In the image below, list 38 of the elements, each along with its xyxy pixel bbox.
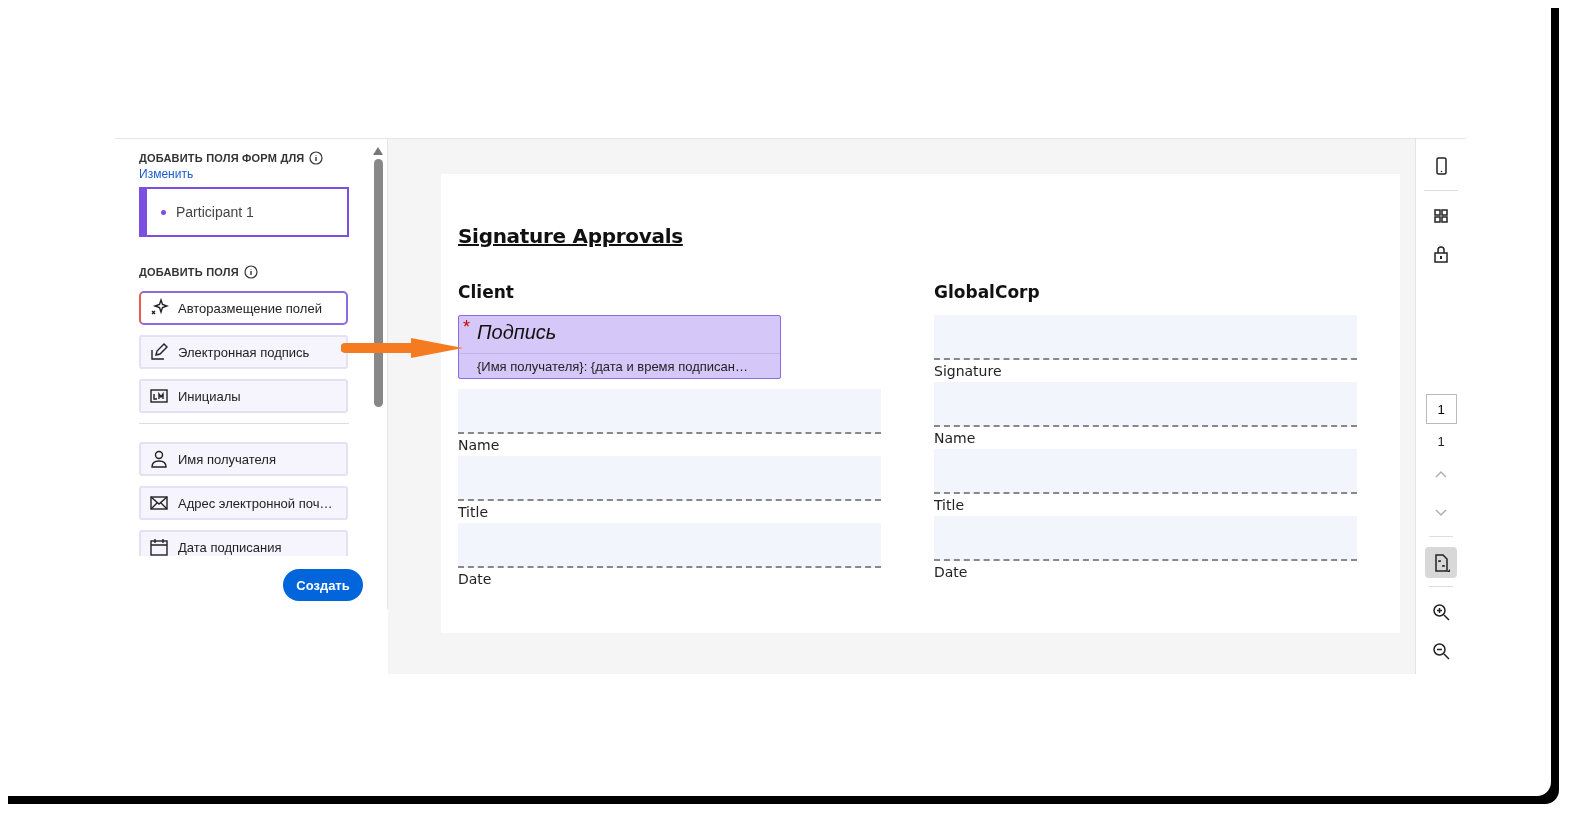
signature-field[interactable]: * Подпись {Имя получателя}: {дата и время подписан…: [458, 315, 781, 379]
page-number-field[interactable]: 1: [1425, 394, 1457, 425]
info-icon: [243, 265, 258, 279]
document-title: Signature Approvals: [458, 224, 684, 250]
envelope-icon: [149, 493, 169, 513]
field-hint: {Имя получателя}: {дата и время подписан…: [476, 358, 749, 374]
line-label: Signature: [934, 362, 1003, 381]
section-title: ДОБАВИТЬ ПОЛЯ ФОРМ ДЛЯ: [139, 152, 305, 164]
line-label: Name: [458, 436, 501, 455]
field-button[interactable]: Адрес электронной поч…: [139, 486, 348, 520]
column-heading: Client: [458, 282, 515, 304]
line-label: Title: [934, 496, 965, 515]
calendar-icon: [149, 537, 169, 556]
section-title: ДОБАВИТЬ ПОЛЯ: [139, 266, 239, 278]
field-button[interactable]: Имя получателя: [139, 442, 348, 476]
field-button[interactable]: Авторазмещение полей: [139, 291, 348, 325]
column-heading: GlobalCorp: [934, 282, 1041, 304]
line-label: Date: [458, 570, 493, 589]
person-icon: [149, 449, 169, 469]
participant-card[interactable]: Participant 1: [139, 187, 349, 237]
field-button[interactable]: Дата подписания: [139, 530, 348, 556]
pen-icon: [149, 342, 169, 362]
required-mark: *: [463, 318, 470, 336]
scrollbar-thumb[interactable]: [373, 159, 383, 407]
participant-name: Participant 1: [176, 204, 254, 220]
create-button[interactable]: Создать: [283, 569, 363, 601]
initials-icon: [149, 386, 169, 406]
line-label: Name: [934, 429, 977, 448]
line-label: Title: [458, 503, 489, 522]
field-button[interactable]: Инициалы: [139, 379, 348, 413]
fit-page-icon[interactable]: [1425, 547, 1457, 578]
field-button[interactable]: Электронная подпись: [139, 335, 348, 369]
field-label: Подпись: [477, 320, 557, 345]
page-count: 1: [1437, 434, 1445, 452]
change-link[interactable]: Изменить: [139, 167, 365, 181]
line-label: Date: [934, 563, 969, 582]
info-icon: [309, 151, 324, 165]
scroll-up-icon: [373, 147, 383, 155]
